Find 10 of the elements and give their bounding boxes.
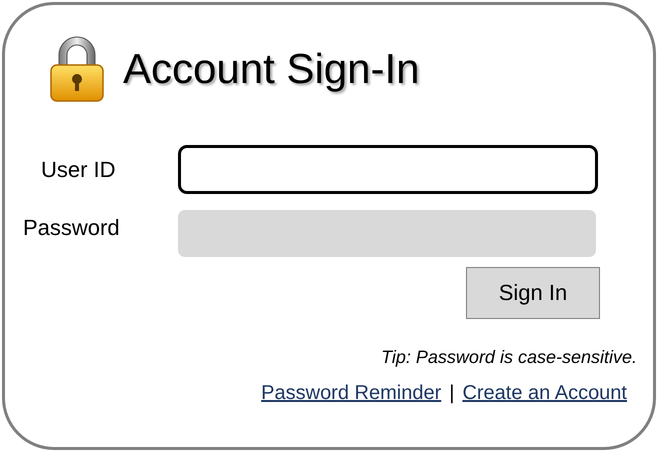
- link-separator: |: [449, 382, 454, 405]
- input-field[interactable]: [178, 145, 598, 194]
- page-title: Account Sign-In: [123, 45, 420, 93]
- field-label: Password: [22, 214, 121, 240]
- text-link[interactable]: Password Reminder: [261, 382, 442, 405]
- input-field[interactable]: [178, 210, 596, 257]
- field-label: User ID: [40, 156, 117, 182]
- sign-in-button[interactable]: Sign In: [466, 267, 600, 319]
- tip-text: Tip: Password is case-sensitive.: [380, 347, 637, 368]
- text-link[interactable]: Create an Account: [462, 382, 627, 405]
